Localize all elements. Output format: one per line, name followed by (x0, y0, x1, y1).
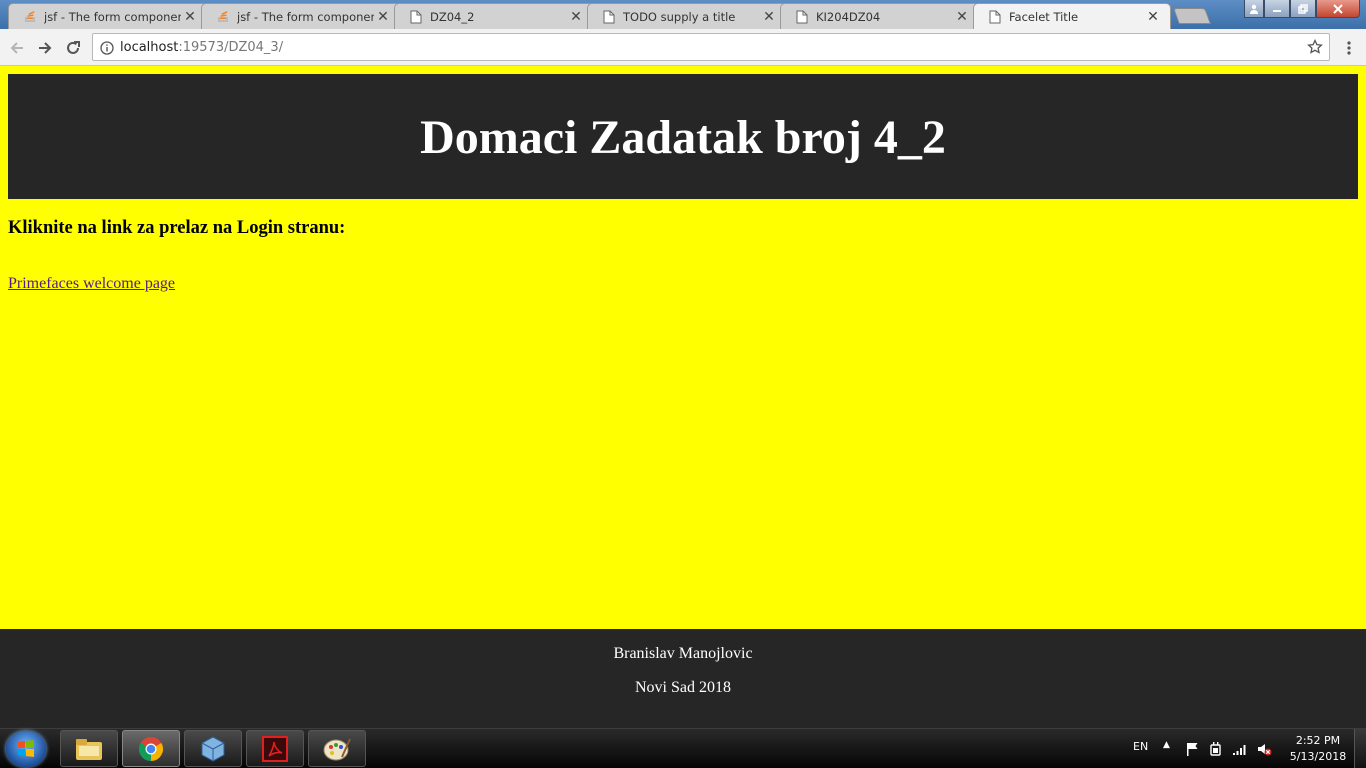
tab-ki204dz04[interactable]: KI204DZ04 ✕ (780, 3, 980, 29)
footer-place-year: Novi Sad 2018 (635, 679, 731, 696)
reload-button[interactable] (62, 37, 84, 59)
taskbar-paint[interactable] (308, 730, 366, 767)
tab-label: DZ04_2 (430, 9, 475, 24)
browser-tab-strip: jsf - The form component ✕ jsf - The for… (0, 0, 1366, 29)
instruction-heading: Kliknite na link za prelaz na Login stra… (8, 218, 346, 238)
new-tab-button[interactable] (1173, 8, 1211, 24)
acrobat-icon (262, 735, 288, 762)
url-text: localhost:19573/DZ04_3/ (120, 40, 283, 55)
language-indicator[interactable]: EN (1133, 740, 1148, 753)
forward-button[interactable] (34, 37, 56, 59)
window-controls (1244, 0, 1360, 18)
taskbar-acrobat[interactable] (246, 730, 304, 767)
volume-muted-icon[interactable] (1256, 741, 1272, 757)
tab-label: jsf - The form component (44, 9, 181, 24)
stackoverflow-icon (23, 10, 37, 24)
restore-button[interactable] (1290, 0, 1316, 18)
tab-label: KI204DZ04 (816, 9, 881, 24)
tab-close-icon[interactable]: ✕ (181, 10, 199, 24)
document-icon (602, 10, 616, 24)
chrome-icon (138, 736, 164, 761)
windows-logo-icon (18, 740, 34, 757)
paint-icon (323, 738, 351, 760)
close-window-button[interactable] (1316, 0, 1360, 18)
taskbar-chrome[interactable] (122, 730, 180, 767)
tab-label: TODO supply a title (623, 9, 736, 24)
tab-jsf-form-2[interactable]: jsf - The form component ✕ (201, 3, 401, 29)
browser-menu-icon[interactable] (1338, 37, 1360, 59)
document-icon (795, 10, 809, 24)
document-icon (988, 10, 1002, 24)
browser-toolbar: localhost:19573/DZ04_3/ (0, 29, 1366, 66)
tab-close-icon[interactable]: ✕ (953, 10, 971, 24)
start-button[interactable] (6, 731, 46, 767)
info-icon[interactable] (100, 40, 114, 59)
power-plug-icon[interactable] (1208, 741, 1224, 757)
clock-date[interactable]: 5/13/2018 (1280, 750, 1356, 763)
action-center-flag-icon[interactable] (1185, 741, 1201, 757)
back-button[interactable] (6, 37, 28, 59)
page-viewport: Domaci Zadatak broj 4_2 Kliknite na link… (0, 66, 1366, 728)
document-icon (409, 10, 423, 24)
network-signal-icon[interactable] (1232, 741, 1248, 757)
tab-dz04-2[interactable]: DZ04_2 ✕ (394, 3, 594, 29)
primefaces-welcome-link[interactable]: Primefaces welcome page (8, 275, 175, 293)
tab-close-icon[interactable]: ✕ (760, 10, 778, 24)
minimize-button[interactable] (1264, 0, 1290, 18)
user-profile-icon[interactable] (1244, 0, 1264, 18)
taskbar-virtualbox[interactable] (184, 730, 242, 767)
windows-taskbar: EN ▲ 2:52 PM 5/13/2018 (0, 728, 1366, 768)
footer-author: Branislav Manojlovic (613, 645, 753, 662)
virtualbox-icon (201, 735, 225, 762)
tab-close-icon[interactable]: ✕ (567, 10, 585, 24)
file-explorer-icon (76, 738, 102, 760)
url-host: localhost (120, 40, 179, 55)
page-header: Domaci Zadatak broj 4_2 (8, 74, 1358, 199)
taskbar-file-explorer[interactable] (60, 730, 118, 767)
url-path: :19573/DZ04_3/ (178, 40, 284, 55)
tab-close-icon[interactable]: ✕ (374, 10, 392, 24)
tab-jsf-form-1[interactable]: jsf - The form component ✕ (8, 3, 208, 29)
page-title: Domaci Zadatak broj 4_2 (420, 111, 946, 164)
address-bar[interactable]: localhost:19573/DZ04_3/ (92, 33, 1330, 61)
tab-todo-supply-title[interactable]: TODO supply a title ✕ (587, 3, 787, 29)
page-footer: Branislav Manojlovic Novi Sad 2018 (0, 629, 1366, 728)
tab-label: Facelet Title (1009, 9, 1079, 24)
tab-close-icon[interactable]: ✕ (1144, 10, 1162, 24)
bookmark-star-icon[interactable] (1307, 38, 1323, 59)
tab-label: jsf - The form component (237, 9, 374, 24)
tab-facelet-title[interactable]: Facelet Title ✕ (973, 3, 1171, 29)
show-desktop-button[interactable] (1354, 729, 1366, 768)
show-hidden-icons-icon[interactable]: ▲ (1163, 740, 1170, 750)
clock-time[interactable]: 2:52 PM (1280, 734, 1356, 747)
stackoverflow-icon (216, 10, 230, 24)
